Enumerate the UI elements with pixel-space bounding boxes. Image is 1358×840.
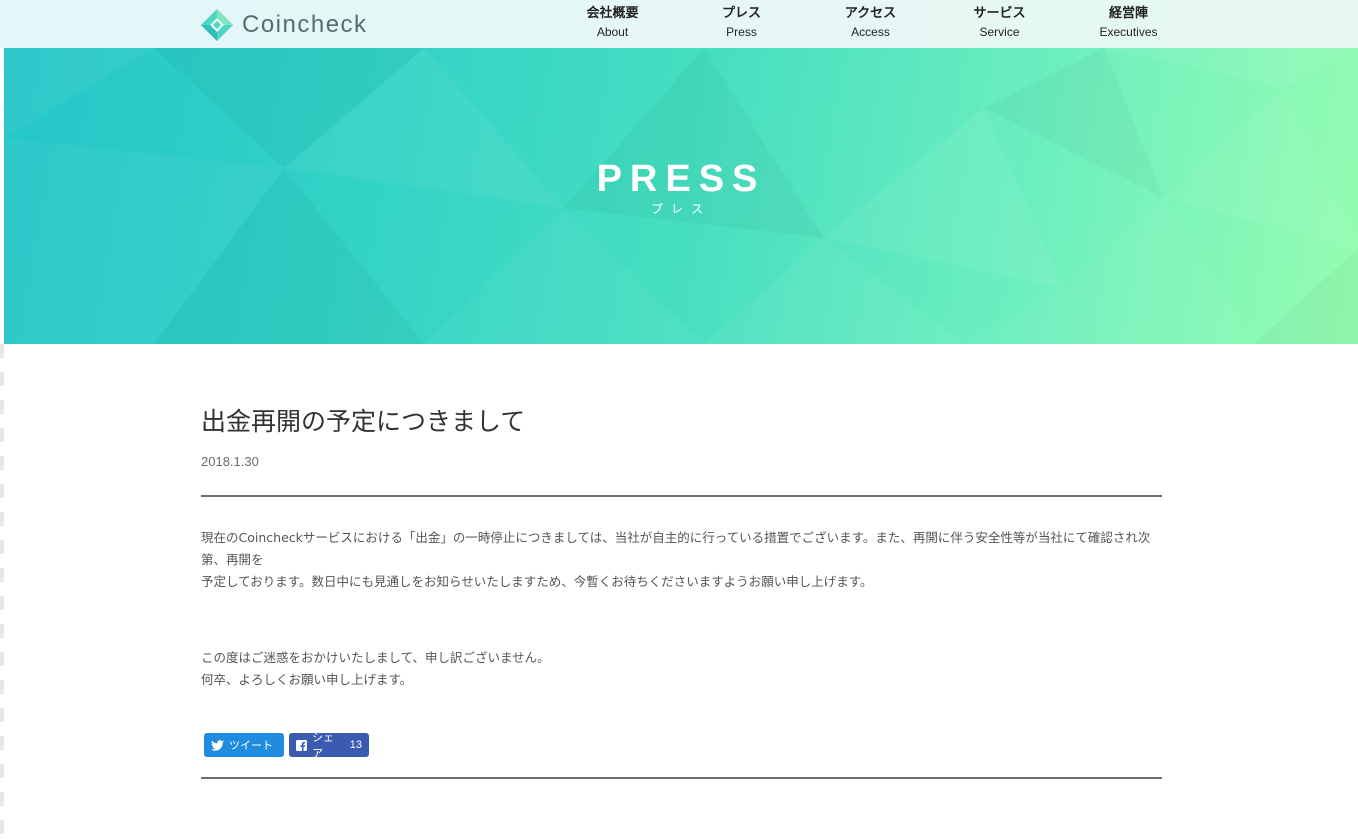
site-header: Coincheck 会社概要 About プレス Press アクセス Acce… (0, 0, 1358, 48)
hero-title: PRESS (596, 158, 766, 200)
nav-label-ja: アクセス (844, 6, 897, 21)
page: Coincheck 会社概要 About プレス Press アクセス Acce… (0, 0, 1358, 840)
logo-text: Coincheck (242, 11, 368, 38)
nav-label-ja: 経営陣 (1108, 6, 1148, 21)
tweet-button[interactable]: ツイート (204, 733, 284, 757)
article-paragraph: 現在のCoincheckサービスにおける「出金」の一時停止につきましては、当社が… (201, 527, 1162, 593)
divider (201, 777, 1162, 779)
share-buttons: ツイート シェア 13 (201, 731, 1162, 760)
twitter-icon (211, 739, 224, 751)
hero-subtitle: プレス (650, 202, 711, 216)
nav-label-en: About (596, 25, 629, 39)
nav-item-service[interactable]: サービス Service (935, 5, 1064, 41)
nav-label-ja: 会社概要 (586, 6, 639, 21)
nav-item-executives[interactable]: 経営陣 Executives (1064, 5, 1193, 41)
main-nav: 会社概要 About プレス Press アクセス Access サービス Se… (548, 5, 1193, 41)
nav-label-en: Service (979, 25, 1020, 39)
share-count: 13 (349, 739, 362, 751)
nav-label-en: Access (851, 25, 890, 39)
facebook-share-button[interactable]: シェア 13 (289, 731, 369, 760)
nav-item-about[interactable]: 会社概要 About (548, 5, 677, 41)
share-label: シェア (311, 731, 334, 760)
paragraph-line: この度はご迷惑をおかけいたしまして、申し訳ございません。 (201, 650, 550, 665)
paragraph-line: 何卒、よろしくお願い申し上げます。 (201, 672, 413, 687)
tweet-label: ツイート (229, 739, 273, 752)
left-edge-strip (0, 344, 4, 840)
nav-label-ja: サービス (973, 6, 1026, 21)
article-date: 2018.1.30 (201, 454, 259, 469)
divider (201, 495, 1162, 497)
nav-label-ja: プレス (721, 6, 761, 21)
nav-label-en: Press (726, 25, 757, 39)
hero-banner: PRESS プレス (4, 48, 1358, 344)
facebook-icon (296, 739, 307, 751)
article-title: 出金再開の予定につきまして (201, 407, 526, 436)
coincheck-logo-icon (201, 9, 233, 41)
article-paragraph: この度はご迷惑をおかけいたしまして、申し訳ございません。 何卒、よろしくお願い申… (201, 647, 1162, 691)
nav-item-press[interactable]: プレス Press (677, 5, 806, 41)
press-article: 出金再開の予定につきまして 2018.1.30 現在のCoincheckサービス… (201, 400, 1162, 779)
paragraph-line: 現在のCoincheckサービスにおける「出金」の一時停止につきましては、当社が… (201, 530, 1151, 567)
site-logo[interactable]: Coincheck (200, 8, 368, 42)
nav-label-en: Executives (1099, 25, 1158, 39)
paragraph-line: 予定しております。数日中にも見通しをお知らせいたしますため、今暫くお待ちください… (201, 574, 873, 589)
nav-item-access[interactable]: アクセス Access (806, 5, 935, 41)
